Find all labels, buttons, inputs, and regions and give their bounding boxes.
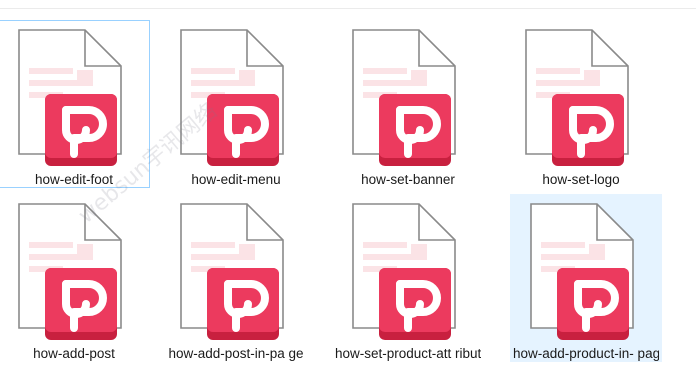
pdf-file-icon xyxy=(352,29,456,166)
pdf-file-icon xyxy=(352,203,456,340)
file-name: how-add-post-in-pa ge xyxy=(168,346,304,361)
pdf-file-icon xyxy=(180,203,284,340)
pdf-file-icon xyxy=(180,29,284,166)
file-item[interactable]: how-set-logo xyxy=(505,20,657,188)
pdf-file-icon xyxy=(525,29,629,166)
pdf-file-icon xyxy=(530,203,634,340)
file-item[interactable]: how-add-post-in-pa ge xyxy=(160,194,312,362)
file-item[interactable]: how-set-banner xyxy=(332,20,484,188)
file-item-selected[interactable]: how-add-product-in- page xyxy=(510,194,662,362)
file-item[interactable]: how-add-post xyxy=(0,194,150,362)
pdf-file-icon xyxy=(18,203,122,340)
file-name: how-edit-menu xyxy=(191,172,281,187)
file-name: how-set-banner xyxy=(361,172,455,187)
file-name: how-set-logo xyxy=(542,172,620,187)
file-name: how-set-product-att ribute xyxy=(335,346,481,361)
file-item[interactable]: how-set-product-att ribute xyxy=(332,194,484,362)
file-name: how-add-post xyxy=(33,346,115,361)
file-name: how-add-product-in- page xyxy=(513,346,659,361)
pdf-file-icon xyxy=(18,29,122,166)
file-item[interactable]: how-edit-menu xyxy=(160,20,312,188)
